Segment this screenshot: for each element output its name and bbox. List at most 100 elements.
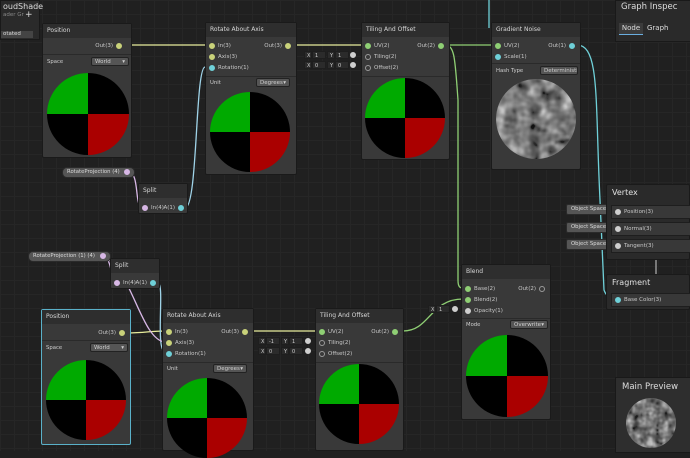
vertex-slot-tangent[interactable]: Tangent(3) bbox=[611, 239, 690, 253]
property-out-port[interactable] bbox=[124, 168, 131, 175]
in-port[interactable] bbox=[166, 328, 172, 335]
blend-node[interactable]: Blend Base(2) Blend(2) Opacity(1) Out(2)… bbox=[461, 264, 551, 420]
opacity-port[interactable] bbox=[465, 307, 471, 314]
slot-port[interactable] bbox=[615, 208, 621, 215]
preview-sphere bbox=[365, 78, 445, 158]
unit-dropdown[interactable]: Degrees ▾ bbox=[213, 364, 247, 373]
rotation-port[interactable] bbox=[166, 350, 172, 357]
offset-x-field[interactable]: 0 bbox=[312, 61, 326, 69]
fragment-slot-base-color[interactable]: Base Color(3) bbox=[611, 293, 690, 307]
unit-label: Unit bbox=[210, 80, 221, 86]
hash-type-dropdown[interactable]: Deterministi bbox=[540, 66, 578, 75]
mode-label: Mode bbox=[466, 322, 481, 328]
space-dropdown[interactable]: World ▾ bbox=[91, 57, 129, 66]
blend-port[interactable] bbox=[465, 296, 471, 303]
axis-port[interactable] bbox=[166, 339, 172, 346]
vertex-slot-normal[interactable]: Normal(3) bbox=[611, 222, 690, 236]
in-port[interactable] bbox=[142, 204, 148, 211]
in-port[interactable] bbox=[114, 279, 120, 286]
vertex-context-block[interactable]: Vertex Position(3) Normal(3) Tangent(3) bbox=[606, 184, 690, 260]
offset-port[interactable] bbox=[365, 64, 371, 71]
gradient-noise-node[interactable]: Gradient Noise UV(2) Scale(1) Out(1) Has… bbox=[491, 22, 581, 170]
tiling-y-field[interactable]: 1 bbox=[289, 337, 303, 345]
out-port[interactable] bbox=[392, 328, 398, 335]
tiling-x-field[interactable]: 1 bbox=[312, 51, 326, 59]
vertex-normal-space-chip[interactable]: Object Space bbox=[566, 222, 612, 233]
rotation-port[interactable] bbox=[209, 64, 215, 71]
out-port[interactable] bbox=[242, 328, 248, 335]
position-node-bottom[interactable]: Position Out(3) Space World ▾ bbox=[41, 309, 131, 445]
offset-link-port[interactable] bbox=[305, 348, 311, 354]
preview-sphere bbox=[210, 92, 290, 172]
offset-link-port[interactable] bbox=[350, 62, 356, 68]
tiling-link-port[interactable] bbox=[350, 52, 356, 58]
preview-sphere bbox=[46, 360, 126, 440]
slot-port[interactable] bbox=[615, 225, 621, 232]
property-out-port[interactable] bbox=[99, 252, 106, 259]
out-port[interactable] bbox=[539, 285, 545, 292]
offset-y-field[interactable]: 0 bbox=[289, 347, 303, 355]
offset-port[interactable] bbox=[319, 350, 325, 357]
add-icon[interactable]: + bbox=[25, 10, 33, 20]
fragment-context-block[interactable]: Fragment Base Color(3) bbox=[606, 274, 690, 310]
offset-x-field[interactable]: 0 bbox=[266, 347, 280, 355]
out-port-label: Out(3) bbox=[98, 330, 116, 336]
rotate-projection-property-bottom[interactable]: RotateProjection (1) (4) bbox=[28, 251, 111, 262]
scale-port[interactable] bbox=[495, 53, 501, 60]
rotated-button[interactable]: otated bbox=[1, 31, 33, 38]
slot-port[interactable] bbox=[615, 242, 621, 249]
vertex-tangent-space-chip[interactable]: Object Space bbox=[566, 239, 612, 250]
unit-dropdown[interactable]: Degrees ▾ bbox=[256, 78, 290, 87]
tiling-x-label: X bbox=[304, 51, 312, 59]
tiling-port[interactable] bbox=[365, 53, 371, 60]
rotation-port-label: Rotation(1) bbox=[218, 65, 249, 71]
slot-port[interactable] bbox=[615, 296, 621, 303]
tiling-link-port[interactable] bbox=[305, 338, 311, 344]
tab-graph[interactable]: Graph bbox=[645, 23, 687, 34]
a-port[interactable] bbox=[178, 204, 184, 211]
rotate-projection-property-top[interactable]: RotateProjection (4) bbox=[62, 167, 136, 178]
out-port-label: Out(1) bbox=[548, 43, 566, 49]
split-node-bottom[interactable]: Split In(4) A(1) bbox=[110, 258, 160, 289]
mode-dropdown[interactable]: Overwrite ▾ bbox=[510, 320, 548, 329]
main-preview-panel[interactable]: Main Preview bbox=[615, 377, 690, 453]
tiling-offset-node-top[interactable]: Tiling And Offset UV(2) Tiling(2) Offset… bbox=[361, 22, 450, 160]
uv-port-label: UV(2) bbox=[374, 43, 390, 49]
base-port[interactable] bbox=[465, 285, 471, 292]
uv-port[interactable] bbox=[495, 42, 501, 49]
axis-port[interactable] bbox=[209, 53, 215, 60]
fragment-title: Fragment bbox=[612, 278, 651, 287]
vertex-slot-position[interactable]: Position(3) bbox=[611, 205, 690, 219]
split-node-top[interactable]: Split In(4) A(1) bbox=[138, 183, 188, 214]
tiling-port-label: Tiling(2) bbox=[374, 54, 397, 60]
offset-y-label: Y bbox=[281, 347, 289, 355]
tiling-y-field[interactable]: 1 bbox=[335, 51, 349, 59]
out-port[interactable] bbox=[116, 42, 122, 49]
offset-y-field[interactable]: 0 bbox=[335, 61, 349, 69]
tiling-port[interactable] bbox=[319, 339, 325, 346]
window-title: oudShade bbox=[3, 2, 44, 11]
in-port-label: In(4) bbox=[123, 280, 136, 286]
space-dropdown[interactable]: World ▾ bbox=[90, 343, 128, 352]
opacity-link-port[interactable] bbox=[452, 306, 458, 312]
in-port[interactable] bbox=[209, 42, 215, 49]
uv-port[interactable] bbox=[319, 328, 325, 335]
out-port-label: Out(3) bbox=[221, 329, 239, 335]
main-preview-sphere bbox=[626, 398, 676, 448]
tiling-offset-node-bottom[interactable]: Tiling And Offset UV(2) Tiling(2) Offset… bbox=[315, 308, 404, 451]
position-node-top[interactable]: Position Out(3) Space World ▾ bbox=[42, 23, 132, 158]
out-port[interactable] bbox=[285, 42, 291, 49]
rotate-about-axis-node-bottom[interactable]: Rotate About Axis In(3) Axis(3) Rotation… bbox=[162, 308, 254, 458]
tab-node[interactable]: Node bbox=[619, 23, 643, 35]
uv-port[interactable] bbox=[365, 42, 371, 49]
vertex-position-space-chip[interactable]: Object Space bbox=[566, 204, 612, 215]
opacity-x-field[interactable]: 1 bbox=[436, 305, 450, 313]
unit-label: Unit bbox=[167, 366, 178, 372]
rotate-about-axis-node-top[interactable]: Rotate About Axis In(3) Axis(3) Rotation… bbox=[205, 22, 297, 175]
out-port[interactable] bbox=[119, 329, 125, 336]
out-port[interactable] bbox=[438, 42, 444, 49]
unit-dropdown-value: Degrees bbox=[217, 366, 240, 372]
out-port[interactable] bbox=[569, 42, 575, 49]
tiling-x-field[interactable]: -1 bbox=[266, 337, 280, 345]
a-port[interactable] bbox=[150, 279, 156, 286]
